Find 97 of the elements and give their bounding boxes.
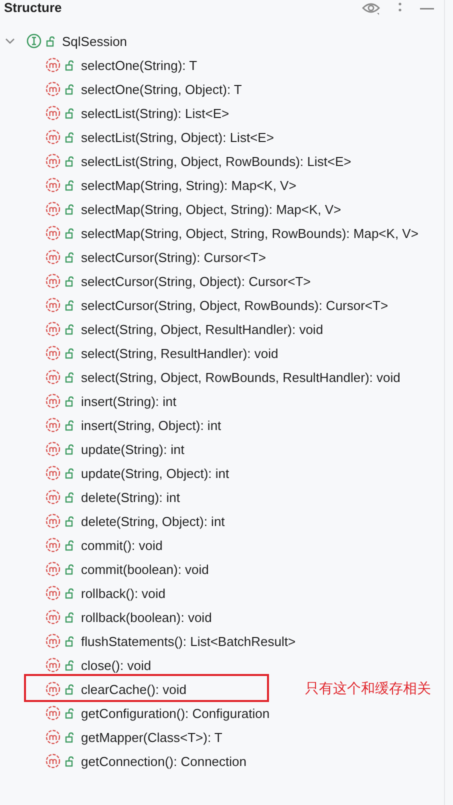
tree-item[interactable]: clearCache(): void xyxy=(81,682,186,696)
eye-icon[interactable] xyxy=(362,2,380,16)
annotation-text: 只有这个和缓存相关 xyxy=(305,680,431,698)
unlocked-icon xyxy=(65,636,75,646)
tree-item[interactable]: commit(boolean): void xyxy=(81,562,209,576)
method-icon xyxy=(45,273,61,289)
tree-item[interactable]: selectList(String, Object, RowBounds): List<E> xyxy=(81,154,352,168)
method-icon xyxy=(45,225,61,241)
tree-item[interactable]: selectMap(String, String): Map<K, V> xyxy=(81,178,296,192)
unlocked-icon xyxy=(65,612,75,622)
tree-item[interactable]: update(String): int xyxy=(81,442,184,456)
method-icon xyxy=(45,513,61,529)
method-icon xyxy=(45,105,61,121)
method-icon xyxy=(45,465,61,481)
unlocked-icon xyxy=(65,300,75,310)
panel-title: Structure xyxy=(4,0,62,16)
unlocked-icon xyxy=(65,468,75,478)
tree-item[interactable]: delete(String, Object): int xyxy=(81,514,225,528)
method-icon xyxy=(45,393,61,409)
method-icon xyxy=(45,249,61,265)
method-icon xyxy=(45,201,61,217)
tree-item[interactable]: selectCursor(String, Object, RowBounds): Cursor<T> xyxy=(81,298,388,312)
method-icon xyxy=(45,705,61,721)
unlocked-icon xyxy=(65,348,75,358)
method-icon xyxy=(45,657,61,673)
unlocked-icon xyxy=(65,516,75,526)
unlocked-icon xyxy=(65,180,75,190)
unlocked-icon xyxy=(65,60,75,70)
unlocked-icon xyxy=(46,36,56,46)
unlocked-icon xyxy=(65,252,75,262)
unlocked-icon xyxy=(65,444,75,454)
tree-item[interactable]: insert(String, Object): int xyxy=(81,418,222,432)
tree-item[interactable]: select(String, Object, RowBounds, ResultHandler): void xyxy=(81,370,400,384)
tree-item[interactable]: commit(): void xyxy=(81,538,163,552)
interface-icon xyxy=(26,33,42,49)
method-icon xyxy=(45,681,61,697)
tree-item[interactable]: update(String, Object): int xyxy=(81,466,230,480)
tree-item[interactable]: select(String, ResultHandler): void xyxy=(81,346,278,360)
tree-item[interactable]: rollback(): void xyxy=(81,586,166,600)
unlocked-icon xyxy=(65,540,75,550)
method-icon xyxy=(45,321,61,337)
tree-item[interactable]: select(String, Object, ResultHandler): void xyxy=(81,322,324,336)
tree-item[interactable]: close(): void xyxy=(81,658,152,672)
unlocked-icon xyxy=(65,732,75,742)
unlocked-icon xyxy=(65,324,75,334)
method-icon xyxy=(45,633,61,649)
tree-item[interactable]: getMapper(Class<T>): T xyxy=(81,730,222,744)
method-icon xyxy=(45,369,61,385)
tree-item[interactable]: selectCursor(String): Cursor<T> xyxy=(81,250,266,264)
tree-item[interactable]: rollback(boolean): void xyxy=(81,610,212,624)
tree-item[interactable]: selectMap(String, Object, String): Map<K, V> xyxy=(81,202,342,216)
tree-item[interactable]: selectList(String): List<E> xyxy=(81,106,230,120)
unlocked-icon xyxy=(65,756,75,766)
method-icon xyxy=(45,609,61,625)
unlocked-icon xyxy=(65,108,75,118)
method-icon xyxy=(45,417,61,433)
unlocked-icon xyxy=(65,660,75,670)
method-icon xyxy=(45,537,61,553)
method-icon xyxy=(45,57,61,73)
unlocked-icon xyxy=(65,564,75,574)
tree-item[interactable]: selectList(String, Object): List<E> xyxy=(81,130,274,144)
method-icon xyxy=(45,177,61,193)
method-icon xyxy=(45,297,61,313)
method-icon xyxy=(45,345,61,361)
tree-item[interactable]: insert(String): int xyxy=(81,394,176,408)
tree-item[interactable]: SqlSession xyxy=(62,34,128,48)
unlocked-icon xyxy=(65,420,75,430)
tree-item[interactable]: getConfiguration(): Configuration xyxy=(81,706,270,720)
method-icon xyxy=(45,585,61,601)
method-icon xyxy=(45,81,61,97)
unlocked-icon xyxy=(65,84,75,94)
method-icon xyxy=(45,561,61,577)
unlocked-icon xyxy=(65,396,75,406)
method-icon xyxy=(45,489,61,505)
unlocked-icon xyxy=(65,156,75,166)
minimize-icon[interactable] xyxy=(420,7,434,11)
method-icon xyxy=(45,129,61,145)
unlocked-icon xyxy=(65,204,75,214)
tree-item[interactable]: selectOne(String): T xyxy=(81,58,198,72)
unlocked-icon xyxy=(65,276,75,286)
tree-item[interactable]: selectCursor(String, Object): Cursor<T> xyxy=(81,274,311,288)
tree-item[interactable]: flushStatements(): List<BatchResult> xyxy=(81,634,296,648)
method-icon xyxy=(45,441,61,457)
unlocked-icon xyxy=(65,132,75,142)
tree-item[interactable]: getConnection(): Connection xyxy=(81,754,246,768)
unlocked-icon xyxy=(65,492,75,502)
method-icon xyxy=(45,753,61,769)
unlocked-icon xyxy=(65,372,75,382)
tree-item[interactable]: selectOne(String, Object): T xyxy=(81,82,242,96)
tree-item[interactable]: selectMap(String, Object, String, RowBounds): Map<K, V> xyxy=(81,226,418,240)
method-icon xyxy=(45,153,61,169)
tree-item[interactable]: delete(String): int xyxy=(81,490,180,504)
unlocked-icon xyxy=(65,228,75,238)
method-icon xyxy=(45,729,61,745)
unlocked-icon xyxy=(65,588,75,598)
unlocked-icon xyxy=(65,684,75,694)
unlocked-icon xyxy=(65,708,75,718)
